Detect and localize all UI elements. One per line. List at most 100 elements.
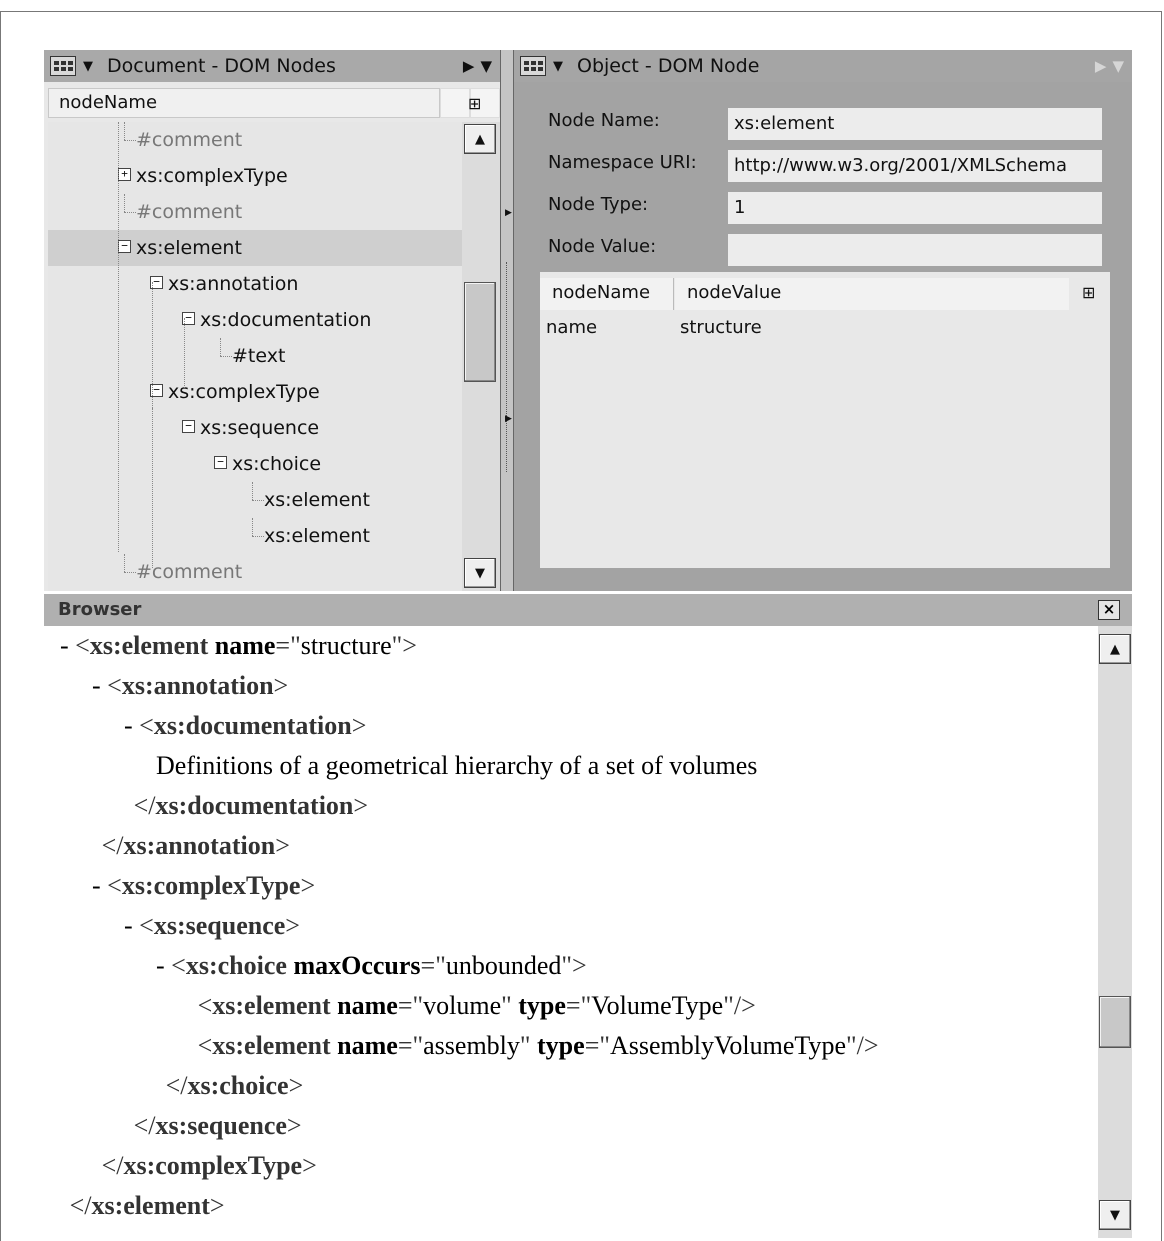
namespace-uri-field[interactable]: http://www.w3.org/2001/XMLSchema xyxy=(728,150,1102,182)
xml-dash[interactable]: - xyxy=(60,631,75,660)
dom-tree[interactable]: #comment + xs:complexType #comment − xs:eleme… xyxy=(48,122,462,591)
xml-attr: name xyxy=(337,991,398,1020)
column-chooser-icon[interactable]: ⊞ xyxy=(468,94,481,113)
xml-tag: xs:element xyxy=(212,1031,338,1060)
tree-node[interactable]: − xs:complexType xyxy=(48,374,462,410)
xml-dash[interactable]: - xyxy=(124,711,139,740)
dom-nodes-pane: ▼ Document - DOM Nodes ▶ ▼ nodeName ⊞ #c… xyxy=(44,50,500,591)
dom-node-pane: ▼ Object - DOM Node ▶ ▼ Node Name: xs:el… xyxy=(514,50,1132,591)
tree-node[interactable]: #comment xyxy=(48,122,462,158)
nav-down-icon[interactable]: ▼ xyxy=(480,57,492,75)
collapse-icon[interactable]: − xyxy=(182,420,195,433)
xml-line: Definitions of a geometrical hierarchy o… xyxy=(156,746,757,786)
tree-node-label: xs:sequence xyxy=(200,417,320,439)
tree-node[interactable]: − xs:documentation xyxy=(48,302,462,338)
collapse-icon[interactable]: − xyxy=(118,240,131,253)
xml-punct: < xyxy=(197,991,213,1020)
browser-scrollbar[interactable]: ▲ ▼ xyxy=(1098,626,1132,1238)
pane-nav[interactable]: ▶ ▼ xyxy=(1095,50,1124,82)
browser-view[interactable]: ▲ ▼ - <xs:element name="structure"> - <xs… xyxy=(44,626,1132,1241)
nav-down-icon[interactable]: ▼ xyxy=(1112,57,1124,75)
node-value-field[interactable] xyxy=(728,234,1102,266)
xml-punct: </ xyxy=(133,791,156,820)
grid-icon[interactable] xyxy=(520,56,546,76)
scroll-up-icon[interactable]: ▲ xyxy=(464,124,496,154)
attribute-value: structure xyxy=(680,317,762,338)
xml-line: <xs:element name="assembly" type="Assemb… xyxy=(198,1026,879,1066)
nav-right-icon[interactable]: ▶ xyxy=(1095,57,1107,75)
xml-tag: xs:sequence xyxy=(153,911,286,940)
xml-punct: < xyxy=(139,711,154,740)
tree-node[interactable]: #text xyxy=(48,338,462,374)
close-icon[interactable]: × xyxy=(1098,600,1120,620)
xml-punct: > xyxy=(285,911,300,940)
tree-node[interactable]: − xs:annotation xyxy=(48,266,462,302)
scroll-down-icon[interactable]: ▼ xyxy=(1099,1200,1131,1230)
node-name-field[interactable]: xs:element xyxy=(728,108,1102,140)
xml-punct: " xyxy=(519,1031,538,1060)
attributes-table[interactable]: nodeName nodeValue ⊞ name structure xyxy=(540,272,1110,568)
tree-guide-line xyxy=(252,518,253,536)
tree-guide-line xyxy=(184,318,185,388)
tree-connector xyxy=(252,536,264,537)
tree-node-label: xs:element xyxy=(264,489,370,511)
xml-tag: xs:element xyxy=(212,991,338,1020)
xml-line: </xs:complexType> xyxy=(102,1146,317,1186)
caret-down-icon[interactable]: ▼ xyxy=(83,59,93,74)
caret-down-icon[interactable]: ▼ xyxy=(553,59,563,74)
tree-scroll-thumb[interactable] xyxy=(464,282,496,382)
xml-line: </xs:annotation> xyxy=(102,826,290,866)
xml-line: - <xs:annotation> xyxy=(92,666,288,706)
tree-node-label: #comment xyxy=(136,129,243,151)
tree-node[interactable]: − xs:choice xyxy=(48,446,462,482)
scroll-up-icon[interactable]: ▲ xyxy=(1099,634,1131,664)
splitter-arrow-icon: ▶ xyxy=(505,414,512,424)
xml-attr: type xyxy=(518,991,566,1020)
xml-dash[interactable]: - xyxy=(92,671,107,700)
tree-node[interactable]: − xs:sequence xyxy=(48,410,462,446)
tree-node[interactable]: #comment xyxy=(48,194,462,230)
xml-attr: maxOccurs xyxy=(293,951,421,980)
tree-guide-line xyxy=(124,554,125,572)
xml-tag: xs:documentation xyxy=(153,711,352,740)
nav-right-icon[interactable]: ▶ xyxy=(463,57,475,75)
xml-line: </xs:choice> xyxy=(166,1066,304,1106)
xml-punct: "/> xyxy=(846,1031,879,1060)
xml-punct: " xyxy=(501,991,519,1020)
tree-node[interactable]: #comment xyxy=(48,554,462,590)
xml-attr: name xyxy=(337,1031,398,1060)
xml-dash[interactable]: - xyxy=(156,951,171,980)
splitter-grip xyxy=(506,262,507,472)
xml-tag: xs:choice xyxy=(187,1071,289,1100)
tree-node-label: xs:element xyxy=(264,525,370,547)
tree-node-label: xs:element xyxy=(136,237,242,259)
xml-line: - <xs:choice maxOccurs="unbounded"> xyxy=(156,946,587,986)
tree-node[interactable]: xs:element xyxy=(48,482,462,518)
column-header-nodevalue[interactable]: nodeValue xyxy=(675,278,1069,310)
column-header-nodename[interactable]: nodeName xyxy=(48,88,440,118)
xml-val: unbounded xyxy=(445,951,562,980)
tree-node[interactable]: + xs:complexType xyxy=(48,158,462,194)
xml-tag: xs:element xyxy=(89,631,215,660)
attributes-header: nodeName nodeValue ⊞ xyxy=(540,278,1110,310)
browser-scroll-thumb[interactable] xyxy=(1099,996,1131,1048)
pane-splitter[interactable]: ▶ ▶ xyxy=(500,50,514,591)
dom-node-header: ▼ Object - DOM Node ▶ ▼ xyxy=(514,50,1132,82)
node-type-field[interactable]: 1 xyxy=(728,192,1102,224)
collapse-icon[interactable]: − xyxy=(214,456,227,469)
xml-dash[interactable]: - xyxy=(92,871,107,900)
expand-icon[interactable]: + xyxy=(118,168,131,181)
xml-punct: =" xyxy=(420,951,446,980)
table-row[interactable]: name structure xyxy=(540,312,1110,344)
grid-icon[interactable] xyxy=(50,56,76,76)
tree-node[interactable]: − xs:element xyxy=(48,230,462,266)
xml-val: structure xyxy=(300,631,392,660)
xml-punct: </ xyxy=(101,831,124,860)
column-chooser-icon[interactable]: ⊞ xyxy=(1082,278,1095,308)
scroll-down-icon[interactable]: ▼ xyxy=(464,558,496,588)
pane-nav[interactable]: ▶ ▼ xyxy=(463,50,492,82)
tree-scrollbar[interactable]: ▲ ▼ xyxy=(462,122,500,591)
tree-node[interactable]: xs:element xyxy=(48,518,462,554)
xml-dash[interactable]: - xyxy=(124,911,139,940)
column-header-nodename[interactable]: nodeName xyxy=(540,278,674,310)
